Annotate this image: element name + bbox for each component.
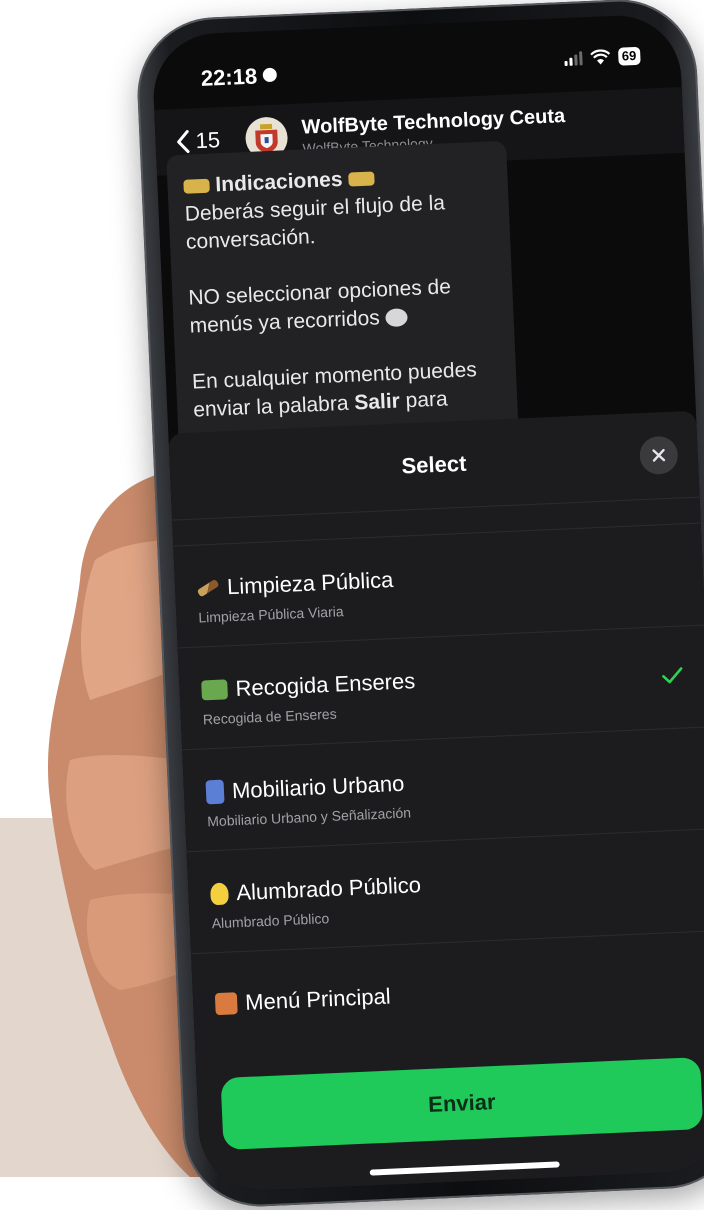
option-label-text: Recogida Enseres [234, 668, 416, 701]
wifi-icon [589, 49, 610, 65]
playground-slide-icon [205, 779, 225, 805]
light-bulb-icon [210, 882, 229, 906]
message-line-3-suffix: para [399, 387, 449, 413]
close-icon [652, 448, 666, 462]
phone-screen: 22:18 69 15 WolfByte Technology Ceuta In… [150, 13, 704, 1193]
option-label-text: Menú Principal [244, 983, 392, 1015]
message-line-2: NO seleccionar opciones de menús ya reco… [188, 271, 498, 340]
select-sheet: Select Limpieza Pública Limpieza Pública… [168, 410, 704, 1193]
cellular-signal-icon [564, 51, 583, 67]
message-line-2-text: NO seleccionar opciones de menús ya reco… [187, 275, 452, 338]
home-indicator[interactable] [369, 1161, 560, 1176]
option-label: Recogida Enseres [201, 668, 416, 703]
phone-mockup: 22:18 69 15 WolfByte Technology Ceuta In… [134, 0, 704, 1210]
option-sublabel: Mobiliario Urbano y Señalización [206, 804, 412, 830]
speech-bubble-icon [385, 308, 409, 328]
close-button[interactable] [638, 435, 679, 476]
sheet-title: Select [401, 450, 467, 479]
option-menu-principal[interactable]: Menú Principal [191, 930, 704, 1056]
house-icon [214, 992, 238, 1016]
truck-icon [201, 679, 229, 701]
option-label: Mobiliario Urbano [205, 770, 405, 806]
option-sublabel: Limpieza Pública Viaria [198, 603, 344, 626]
message-line-3: En cualquier momento puedes enviar la pa… [192, 355, 502, 424]
checkmark-icon [662, 667, 683, 684]
message-heading-text: Indicaciones [214, 167, 343, 197]
option-label-text: Alumbrado Público [235, 872, 422, 906]
send-button[interactable]: Enviar [220, 1057, 704, 1150]
battery-icon: 69 [617, 46, 641, 66]
option-label: Alumbrado Público [210, 872, 422, 907]
option-sublabel: Recogida de Enseres [202, 705, 337, 728]
option-sublabel: Alumbrado Público [211, 910, 330, 932]
option-label: Menú Principal [214, 983, 392, 1018]
option-label-text: Limpieza Pública [226, 567, 394, 600]
option-list: Limpieza Pública Limpieza Pública Viaria… [173, 522, 704, 1056]
chat-body: Indicaciones Deberás seguir el flujo de … [157, 140, 697, 446]
option-label: Limpieza Pública [196, 567, 394, 602]
broom-icon [196, 578, 220, 598]
unread-count: 15 [195, 127, 221, 154]
bus-icon [348, 171, 375, 188]
message-line-1: Deberás seguir el flujo de la conversaci… [184, 191, 446, 254]
clock: 22:18 [200, 63, 278, 92]
message-bubble: Indicaciones Deberás seguir el flujo de … [166, 140, 519, 446]
chevron-left-icon [177, 130, 190, 154]
recording-dot-icon [262, 67, 278, 83]
option-label-text: Mobiliario Urbano [231, 770, 405, 804]
message-line-3-bold: Salir [353, 389, 401, 415]
status-icons: 69 [564, 46, 641, 68]
back-button[interactable]: 15 [175, 127, 221, 155]
clock-text: 22:18 [200, 63, 258, 91]
bus-icon [183, 179, 210, 195]
